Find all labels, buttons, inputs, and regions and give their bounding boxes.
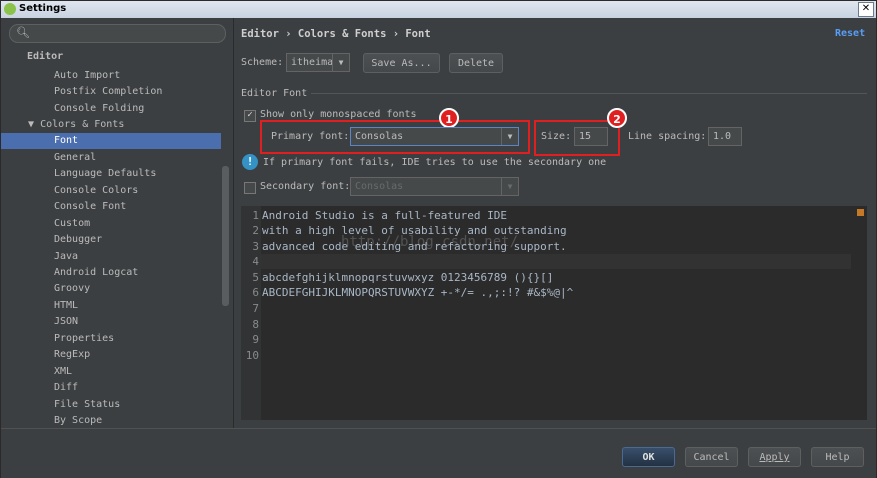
sidebar-item-regexp[interactable]: RegExp	[54, 347, 90, 363]
apply-button[interactable]: Apply	[748, 447, 801, 467]
editor-font-section-title: Editor Font	[241, 88, 308, 99]
breadcrumb: Editor › Colors & Fonts › Font	[241, 28, 431, 40]
line-number: 7	[252, 302, 259, 315]
settings-sidebar: 🔍︎ Editor Auto Import Postfix Completion…	[1, 18, 234, 428]
sidebar-item-font[interactable]: Font	[1, 133, 221, 149]
info-icon: !	[242, 154, 258, 170]
sidebar-item-auto-import[interactable]: Auto Import	[54, 68, 120, 84]
font-preview-editor[interactable]: 1 Android Studio is a full-featured IDE …	[241, 206, 867, 420]
primary-font-label: Primary font:	[271, 131, 350, 142]
size-label: Size:	[541, 131, 572, 142]
scheme-label: Scheme:	[241, 57, 284, 68]
line-number: 1	[252, 209, 259, 222]
sidebar-item-diff[interactable]: Diff	[54, 380, 78, 396]
secondary-font-select[interactable]: Consolas ▼	[350, 177, 519, 196]
sidebar-item-general[interactable]: General	[54, 150, 96, 166]
line-number: 2	[252, 224, 259, 237]
sidebar-item-file-status[interactable]: File Status	[54, 397, 120, 413]
sidebar-item-properties[interactable]: Properties	[54, 331, 114, 347]
secondary-font-label: Secondary font:	[260, 181, 351, 192]
close-icon[interactable]: ✕	[858, 2, 874, 17]
sidebar-item-xml[interactable]: XML	[54, 364, 72, 380]
sidebar-item-by-scope[interactable]: By Scope	[54, 413, 102, 429]
secondary-font-checkbox[interactable]	[244, 182, 256, 194]
sidebar-section-editor[interactable]: Editor	[27, 49, 63, 65]
secondary-font-value: Consolas	[355, 181, 404, 192]
line-number: 5	[252, 271, 259, 284]
sidebar-item-postfix-completion[interactable]: Postfix Completion	[54, 84, 162, 100]
sidebar-item-java[interactable]: Java	[54, 249, 78, 265]
sidebar-item-console-folding[interactable]: Console Folding	[54, 101, 144, 117]
sidebar-item-html[interactable]: HTML	[54, 298, 78, 314]
title-bar: Settings ✕	[1, 1, 876, 18]
preview-line: Android Studio is a full-featured IDE	[262, 209, 508, 222]
chevron-down-icon: ▼	[501, 178, 518, 195]
window-title: Settings	[19, 3, 67, 14]
android-studio-icon	[4, 3, 16, 15]
expand-arrow-icon[interactable]: ▼	[28, 119, 34, 130]
error-stripe-marker	[857, 209, 864, 216]
sidebar-item-debugger[interactable]: Debugger	[54, 232, 102, 248]
current-line-highlight	[261, 254, 851, 269]
chevron-down-icon: ▼	[332, 54, 349, 71]
show-monospaced-label: Show only monospaced fonts	[260, 109, 417, 120]
line-number: 6	[252, 286, 259, 299]
search-input[interactable]: 🔍︎	[9, 24, 226, 43]
chevron-down-icon: ▼	[501, 128, 518, 145]
reset-link[interactable]: Reset	[835, 28, 865, 39]
primary-font-value: Consolas	[355, 131, 404, 142]
scheme-select[interactable]: itheima ▼	[286, 53, 350, 72]
help-button[interactable]: Help	[811, 447, 864, 467]
primary-font-select[interactable]: Consolas ▼	[350, 127, 519, 146]
settings-window: Settings ✕ 🔍︎ Editor Auto Import Postfix…	[0, 0, 877, 478]
cancel-button[interactable]: Cancel	[685, 447, 738, 467]
watermark: http://blog.csdn.net/	[341, 234, 519, 250]
sidebar-item-custom[interactable]: Custom	[54, 216, 90, 232]
sidebar-scrollbar[interactable]	[222, 166, 229, 306]
section-divider	[311, 93, 867, 94]
line-spacing-label: Line spacing:	[628, 131, 707, 142]
info-text: If primary font fails, IDE tries to use …	[263, 157, 607, 168]
line-number: 9	[252, 333, 259, 346]
sidebar-item-android-logcat[interactable]: Android Logcat	[54, 265, 138, 281]
line-number: 3	[252, 240, 259, 253]
sidebar-item-console-font[interactable]: Console Font	[54, 199, 126, 215]
preview-line: ABCDEFGHIJKLMNOPQRSTUVWXYZ +-*/= .,;:!? …	[262, 286, 574, 299]
ok-button[interactable]: OK	[622, 447, 675, 467]
preview-line: abcdefghijklmnopqrstuvwxyz 0123456789 ()…	[262, 271, 554, 284]
line-number: 8	[252, 318, 259, 331]
sidebar-item-language-defaults[interactable]: Language Defaults	[54, 166, 156, 182]
sidebar-item-groovy[interactable]: Groovy	[54, 281, 90, 297]
sidebar-item-console-colors[interactable]: Console Colors	[54, 183, 138, 199]
dialog-footer: OK Cancel Apply Help	[1, 428, 876, 478]
line-number: 4	[252, 255, 259, 268]
show-monospaced-checkbox[interactable]: ✓	[244, 110, 256, 122]
line-spacing-input[interactable]: 1.0	[708, 127, 742, 146]
sidebar-item-json[interactable]: JSON	[54, 314, 78, 330]
scheme-value: itheima	[291, 57, 334, 68]
annotation-badge-2: 2	[607, 108, 627, 128]
delete-button[interactable]: Delete	[449, 53, 503, 73]
annotation-badge-1: 1	[439, 108, 459, 128]
save-as-button[interactable]: Save As...	[363, 53, 440, 73]
size-input[interactable]: 15	[574, 127, 608, 146]
sidebar-item-label: Colors & Fonts	[40, 119, 125, 130]
search-icon: 🔍︎	[16, 26, 30, 39]
sidebar-item-colors-fonts[interactable]: ▼ Colors & Fonts	[28, 117, 124, 133]
line-number: 10	[245, 349, 259, 362]
